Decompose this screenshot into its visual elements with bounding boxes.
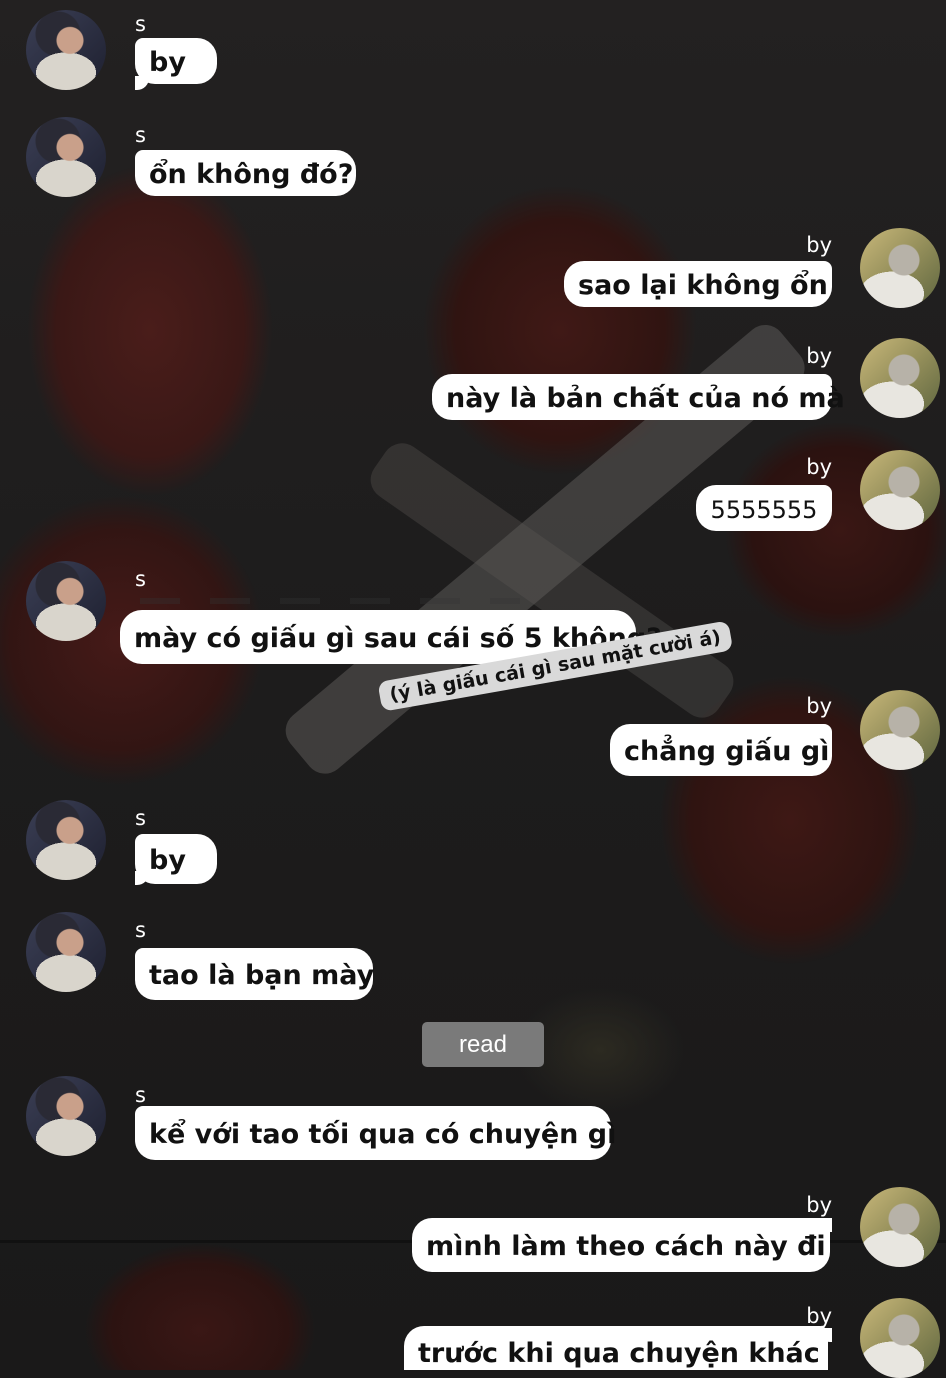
message-bubble[interactable]: sao lại không ổn	[564, 261, 832, 307]
avatar-by[interactable]	[860, 690, 940, 770]
sender-name: s	[135, 12, 146, 36]
read-button[interactable]: read	[422, 1022, 544, 1067]
avatar-by[interactable]	[860, 1187, 940, 1267]
message-bubble[interactable]: kể với tao tối qua có chuyện gì	[135, 1106, 616, 1160]
overlap-artifact	[140, 598, 520, 604]
avatar-s[interactable]	[26, 912, 106, 992]
avatar-s[interactable]	[26, 561, 106, 641]
avatar-s[interactable]	[26, 1076, 106, 1156]
sender-name: s	[135, 1083, 146, 1107]
sender-name: by	[806, 344, 832, 368]
avatar-s[interactable]	[26, 10, 106, 90]
avatar-by[interactable]	[860, 228, 940, 308]
avatar-by[interactable]	[860, 1298, 940, 1378]
message-bubble[interactable]: by	[135, 38, 217, 84]
avatar-s[interactable]	[26, 800, 106, 880]
sender-name: by	[806, 694, 832, 718]
message-bubble[interactable]: by	[135, 834, 217, 884]
message-bubble[interactable]: ổn không đó?	[135, 150, 356, 196]
avatar-s[interactable]	[26, 117, 106, 197]
message-bubble[interactable]: mình làm theo cách này đi	[412, 1218, 830, 1272]
sender-name: s	[135, 918, 146, 942]
sender-name: s	[135, 123, 146, 147]
message-bubble[interactable]: 5555555	[696, 485, 832, 531]
message-bubble[interactable]: này là bản chất của nó mà	[432, 374, 845, 420]
message-bubble[interactable]: tao là bạn mày	[135, 948, 374, 1000]
chat-thread: s by s ổn không đó? by sao lại không ổn …	[0, 0, 946, 1378]
sender-name: by	[806, 1193, 832, 1217]
sender-name: by	[806, 455, 832, 479]
message-bubble[interactable]: chẳng giấu gì	[610, 724, 832, 776]
message-bubble[interactable]: trước khi qua chuyện khác	[404, 1326, 828, 1370]
sender-name: s	[135, 567, 146, 591]
avatar-by[interactable]	[860, 450, 940, 530]
sender-name: by	[806, 233, 832, 257]
avatar-by[interactable]	[860, 338, 940, 418]
sender-name: s	[135, 806, 146, 830]
sender-name: by	[806, 1304, 832, 1328]
